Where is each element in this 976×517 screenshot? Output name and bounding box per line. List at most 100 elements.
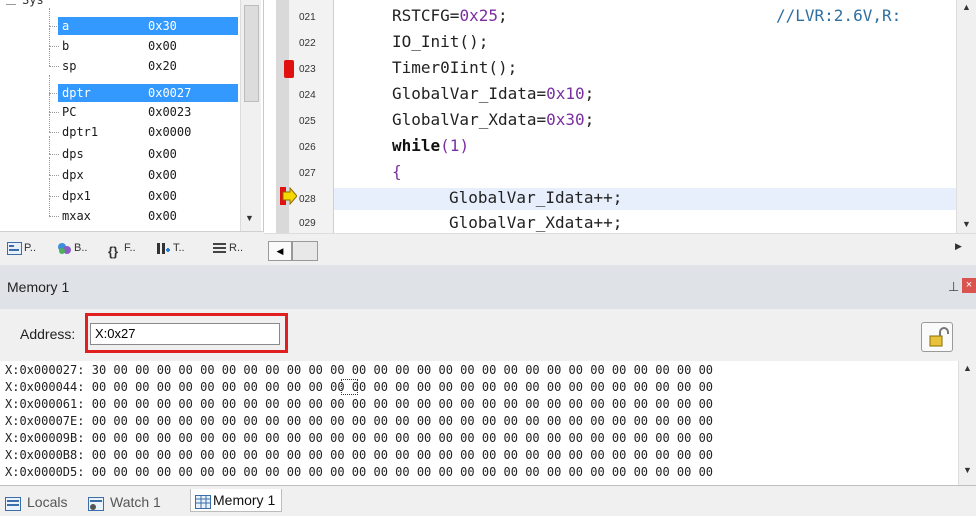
memory-bytes: 00 00 00 00 00 00 00 00 00 00 00 00 00 0…	[91, 448, 714, 462]
register-row[interactable]: dpx1 0x00	[0, 178, 262, 205]
line-number: 024	[299, 90, 316, 101]
code-line-26: while(1)	[392, 136, 470, 155]
code-line-23: Timer0Iint();	[392, 58, 518, 77]
memory-address: X:0x00009B:	[5, 431, 85, 445]
current-line-highlight	[334, 188, 956, 210]
pin-icon[interactable]: ⊥	[948, 279, 959, 295]
memory-address: X:0x000044:	[5, 380, 85, 394]
register-name: PC	[62, 105, 77, 119]
tab-locals[interactable]: Locals	[5, 491, 67, 513]
register-row[interactable]: a 0x30	[0, 8, 262, 35]
register-row[interactable]: dptr 0x0027	[0, 75, 262, 102]
tab-label: Memory 1	[213, 492, 276, 508]
tab-books[interactable]: B..	[57, 238, 87, 258]
register-value[interactable]: 0x0027	[148, 84, 191, 102]
tab-label: Locals	[27, 494, 68, 510]
register-value[interactable]: 0x0000	[148, 123, 191, 141]
editor-horizontal-scrollbar[interactable]: ◀ ▶	[264, 233, 976, 266]
memory-address: X:0x0000B8:	[5, 448, 85, 462]
code-line-28: GlobalVar_Idata++;	[449, 188, 623, 207]
register-name: b	[62, 39, 70, 53]
scrollbar-thumb[interactable]	[292, 241, 318, 261]
tab-label: P..	[24, 242, 37, 254]
code-line-25: GlobalVar_Xdata=0x30;	[392, 110, 595, 129]
tab-memory-1[interactable]: Memory 1	[190, 489, 283, 512]
register-name: dpx1	[62, 189, 91, 203]
breakpoint-icon[interactable]	[284, 60, 294, 78]
scroll-right-icon[interactable]: ▶	[955, 241, 962, 252]
register-row[interactable]: mxax 0x00	[0, 198, 262, 225]
registers-scrollbar[interactable]: ▼	[240, 0, 261, 231]
scroll-down-icon[interactable]: ▼	[245, 213, 254, 223]
scroll-up-icon[interactable]: ▲	[962, 2, 971, 12]
register-value[interactable]: 0x20	[148, 57, 177, 75]
tree-collapse-icon[interactable]	[6, 0, 16, 5]
code-line-24: GlobalVar_Idata=0x10;	[392, 84, 595, 103]
line-number: 029	[299, 218, 316, 229]
tab-project[interactable]: P..	[7, 238, 36, 258]
lock-icon	[929, 327, 949, 347]
scroll-up-icon[interactable]: ▲	[963, 363, 972, 373]
memory-bytes: 00 00 00 00 00 00 00 00 00 00 00 00 00 0…	[91, 397, 714, 411]
functions-icon: {}	[108, 243, 119, 259]
memory-bytes: 00 00 00 00 00 00 00 00 00 00 00 00 00 0…	[91, 414, 714, 428]
scroll-left-icon[interactable]: ◀	[268, 241, 292, 261]
tab-label: B..	[74, 242, 88, 254]
tab-registers[interactable]: R..	[212, 238, 243, 258]
register-name: dptr	[62, 86, 91, 100]
books-icon	[57, 242, 72, 255]
register-value[interactable]: 0x00	[148, 145, 177, 163]
memory-bytes: 00 00 00 00 00 00 00 00 00 00 00 00 00 0…	[91, 465, 714, 479]
register-value[interactable]: 0x00	[148, 187, 177, 205]
code-line-21: RSTCFG=0x25;	[392, 6, 508, 25]
scrollbar-thumb[interactable]	[244, 5, 259, 102]
register-row[interactable]: dptr1 0x0000	[0, 114, 262, 141]
memory-address: X:0x000027:	[5, 363, 85, 377]
register-name: sp	[62, 59, 77, 73]
register-name: dpx	[62, 168, 84, 182]
bottom-tab-bar: Locals Watch 1 Memory 1	[0, 485, 976, 516]
tab-functions[interactable]: {} F..	[108, 238, 136, 259]
register-name: dps	[62, 147, 84, 161]
memory-icon	[195, 493, 211, 509]
editor-vertical-scrollbar[interactable]: ▲ ▼	[956, 0, 976, 233]
memory-scrollbar[interactable]: ▲ ▼	[958, 361, 976, 485]
line-number: 025	[299, 116, 316, 127]
register-row[interactable]: dps 0x00	[0, 136, 262, 163]
memory-window-titlebar: Memory 1 ⊥ ×	[0, 265, 976, 309]
register-value[interactable]: 0x00	[148, 37, 177, 55]
registers-icon	[212, 242, 227, 255]
register-row[interactable]: b 0x00	[0, 28, 262, 55]
lock-button[interactable]	[921, 322, 953, 352]
highlight-annotation-box	[85, 313, 288, 353]
memory-row: X:0x0000D5: 00 00 00 00 00 00 00 00 00 0…	[5, 464, 713, 481]
tab-label: R..	[229, 242, 244, 254]
register-row[interactable]: sp 0x20	[0, 48, 262, 75]
memory-dump[interactable]: X:0x000027: 30 00 00 00 00 00 00 00 00 0…	[0, 361, 958, 485]
project-icon	[7, 241, 22, 255]
memory-bytes: 00 00 00 00 00 00 00 00 00 00 00 00 00 0…	[91, 380, 714, 394]
tab-label: Watch 1	[110, 494, 161, 510]
tab-label: T..	[173, 242, 185, 254]
tab-watch-1[interactable]: Watch 1	[88, 491, 161, 513]
register-name: mxax	[62, 209, 91, 223]
register-value[interactable]: 0x00	[148, 166, 177, 184]
memory-row: X:0x000027: 30 00 00 00 00 00 00 00 00 0…	[5, 362, 713, 379]
scroll-down-icon[interactable]: ▼	[962, 219, 971, 229]
line-number: 028	[299, 194, 316, 205]
memory-row: X:0x000044: 00 00 00 00 00 00 00 00 00 0…	[5, 379, 713, 396]
code-line-27: {	[392, 162, 402, 181]
memory-address: X:0x000061:	[5, 397, 85, 411]
register-row[interactable]: dpx 0x00	[0, 157, 262, 184]
memory-window-title: Memory 1	[7, 279, 70, 295]
register-row[interactable]: PC 0x0023	[0, 94, 262, 121]
scroll-down-icon[interactable]: ▼	[963, 465, 972, 475]
tab-templates[interactable]: T..	[156, 238, 185, 258]
watch-icon	[88, 495, 104, 511]
memory-address: X:0x00007E:	[5, 414, 85, 428]
close-icon[interactable]: ×	[962, 278, 976, 293]
register-value[interactable]: 0x0023	[148, 103, 191, 121]
register-name: dptr1	[62, 125, 99, 139]
register-value[interactable]: 0x30	[148, 17, 177, 35]
register-value[interactable]: 0x00	[148, 207, 177, 225]
